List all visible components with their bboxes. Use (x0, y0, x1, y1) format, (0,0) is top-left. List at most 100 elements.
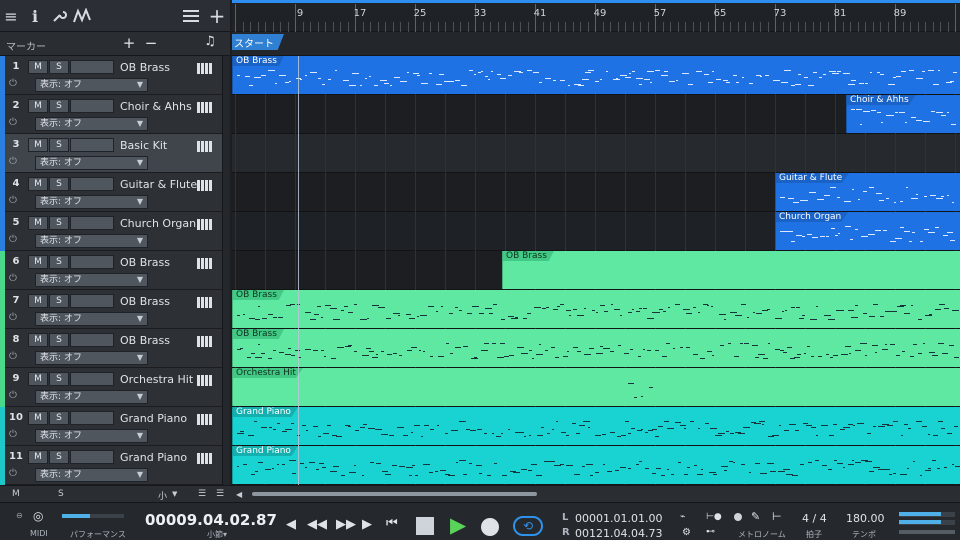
track-name[interactable]: Orchestra Hit (120, 373, 193, 386)
power-icon[interactable]: ⏻ (9, 468, 17, 479)
track-name[interactable]: OB Brass (120, 334, 170, 347)
time-display[interactable]: 00009.04.02.87 (145, 511, 277, 529)
track-fader-slot[interactable] (70, 294, 114, 308)
solo-button[interactable]: S (49, 450, 69, 464)
view-select[interactable]: 表示: オフ ▼ (35, 234, 148, 248)
power-icon[interactable]: ⏻ (9, 234, 17, 245)
mute-button[interactable]: M (28, 177, 48, 191)
solo-button[interactable]: S (49, 99, 69, 113)
track-fader-slot[interactable] (70, 138, 114, 152)
marker-icon[interactable]: ⊷ (706, 527, 715, 537)
power-icon[interactable]: ⏻ (9, 156, 17, 167)
time-signature[interactable]: 4 / 4 (802, 512, 827, 525)
view-select[interactable]: 表示: オフ ▼ (35, 156, 148, 170)
track-fader-slot[interactable] (70, 450, 114, 464)
global-mute-button[interactable]: M (12, 489, 20, 499)
instrument-icon[interactable] (197, 453, 214, 464)
loop-range-bar[interactable] (232, 0, 960, 3)
view-select[interactable]: 表示: オフ ▼ (35, 78, 148, 92)
settings-small-icon[interactable]: ⊖ (16, 511, 23, 520)
scroll-left-icon[interactable]: ◀ (236, 490, 242, 499)
rewind-icon[interactable]: ◀ (286, 517, 296, 532)
track-fader-slot[interactable] (70, 60, 114, 74)
record-button[interactable] (481, 518, 499, 536)
track-header[interactable]: 6 M S OB Brass ⏻ 表示: オフ ▼ (0, 251, 230, 290)
solo-button[interactable]: S (49, 216, 69, 230)
tempo[interactable]: 180.00 (846, 512, 885, 525)
mute-button[interactable]: M (28, 294, 48, 308)
track-menu-icon[interactable]: ☰ (198, 489, 206, 499)
track-list-divider[interactable] (222, 56, 230, 485)
output-volume-slider[interactable] (899, 530, 955, 534)
timeline-ruler[interactable]: 9 17 25 33 41 49 57 65 73 81 89 (232, 0, 960, 32)
event-clip[interactable]: Church Organ (775, 212, 960, 250)
track-header[interactable]: 2 M S Choir & Ahhs ⏻ 表示: オフ ▼ (0, 95, 230, 134)
view-select[interactable]: 表示: オフ ▼ (35, 195, 148, 209)
automation-icon[interactable] (72, 5, 94, 27)
track-name[interactable]: OB Brass (120, 61, 170, 74)
power-icon[interactable]: ⏻ (9, 117, 17, 128)
arrange-view[interactable]: OB Brass Choir & Ahhs Guitar & Flute Church… (232, 56, 960, 485)
power-icon[interactable]: ⏻ (9, 429, 17, 440)
instrument-icon[interactable] (197, 180, 214, 191)
event-clip[interactable]: Orchestra Hit (232, 368, 960, 406)
event-clip[interactable]: OB Brass (232, 329, 960, 367)
event-clip[interactable]: Grand Piano (232, 446, 960, 484)
solo-button[interactable]: S (49, 411, 69, 425)
power-icon[interactable]: ⏻ (9, 78, 17, 89)
return-to-zero-icon[interactable]: ⏮ (386, 516, 398, 531)
power-icon[interactable]: ⏻ (9, 312, 17, 323)
event-clip[interactable]: Guitar & Flute (775, 173, 960, 211)
zoom-selector[interactable]: 小 (158, 489, 167, 502)
event-clip[interactable]: OB Brass (232, 56, 960, 94)
power-icon[interactable]: ⏻ (9, 351, 17, 362)
solo-button[interactable]: S (49, 60, 69, 74)
loop-icon[interactable]: ⟲ (513, 516, 543, 536)
horizontal-scrollbar[interactable] (252, 492, 537, 496)
power-icon[interactable]: ⏻ (9, 390, 17, 401)
marker-lane[interactable]: スタート (232, 32, 960, 56)
view-select[interactable]: 表示: オフ ▼ (35, 390, 148, 404)
mute-button[interactable]: M (28, 216, 48, 230)
menu-icon[interactable]: ≡ (0, 5, 22, 27)
event-clip[interactable]: Grand Piano (232, 407, 960, 445)
track-fader-slot[interactable] (70, 411, 114, 425)
view-select[interactable]: 表示: オフ ▼ (35, 312, 148, 326)
add-track-icon[interactable]: + (206, 4, 228, 28)
solo-button[interactable]: S (49, 294, 69, 308)
instrument-icon[interactable] (197, 414, 214, 425)
add-marker-button[interactable]: + (121, 34, 137, 52)
view-select[interactable]: 表示: オフ ▼ (35, 468, 148, 482)
view-select[interactable]: 表示: オフ ▼ (35, 429, 148, 443)
track-name[interactable]: Church Organ (120, 217, 196, 230)
track-header[interactable]: 1 M S OB Brass ⏻ 表示: オフ ▼ (0, 56, 230, 95)
track-name[interactable]: OB Brass (120, 295, 170, 308)
time-unit-label[interactable]: 小節▾ (207, 529, 227, 540)
solo-button[interactable]: S (49, 333, 69, 347)
music-note-icon[interactable]: ♫ (202, 34, 218, 49)
track-fader-slot[interactable] (70, 255, 114, 269)
solo-button[interactable]: S (49, 255, 69, 269)
mute-button[interactable]: M (28, 450, 48, 464)
track-header[interactable]: 3 M S Basic Kit ⏻ 表示: オフ ▼ (0, 134, 230, 173)
precount-icon[interactable]: ⊢● (706, 512, 722, 522)
power-icon[interactable]: ⏻ (9, 195, 17, 206)
loop-right-time[interactable]: 00121.04.04.73 (575, 527, 662, 540)
mute-button[interactable]: M (28, 372, 48, 386)
instrument-icon[interactable] (197, 141, 214, 152)
stop-button[interactable] (416, 517, 434, 535)
rewind-fast-icon[interactable]: ◀◀ (307, 517, 327, 532)
autopunch-icon[interactable]: ⌁ (680, 512, 685, 522)
mute-button[interactable]: M (28, 60, 48, 74)
mute-button[interactable]: M (28, 99, 48, 113)
track-name[interactable]: Basic Kit (120, 139, 167, 152)
info-icon[interactable]: i (24, 5, 46, 27)
chevron-down-icon[interactable]: ▼ (172, 490, 177, 498)
view-select[interactable]: 表示: オフ ▼ (35, 351, 148, 365)
track-fader-slot[interactable] (70, 99, 114, 113)
remove-marker-button[interactable]: − (143, 34, 159, 52)
solo-button[interactable]: S (49, 177, 69, 191)
track-name[interactable]: Choir & Ahhs (120, 100, 192, 113)
track-header[interactable]: 10 M S Grand Piano ⏻ 表示: オフ ▼ (0, 407, 230, 446)
view-select[interactable]: 表示: オフ ▼ (35, 117, 148, 131)
